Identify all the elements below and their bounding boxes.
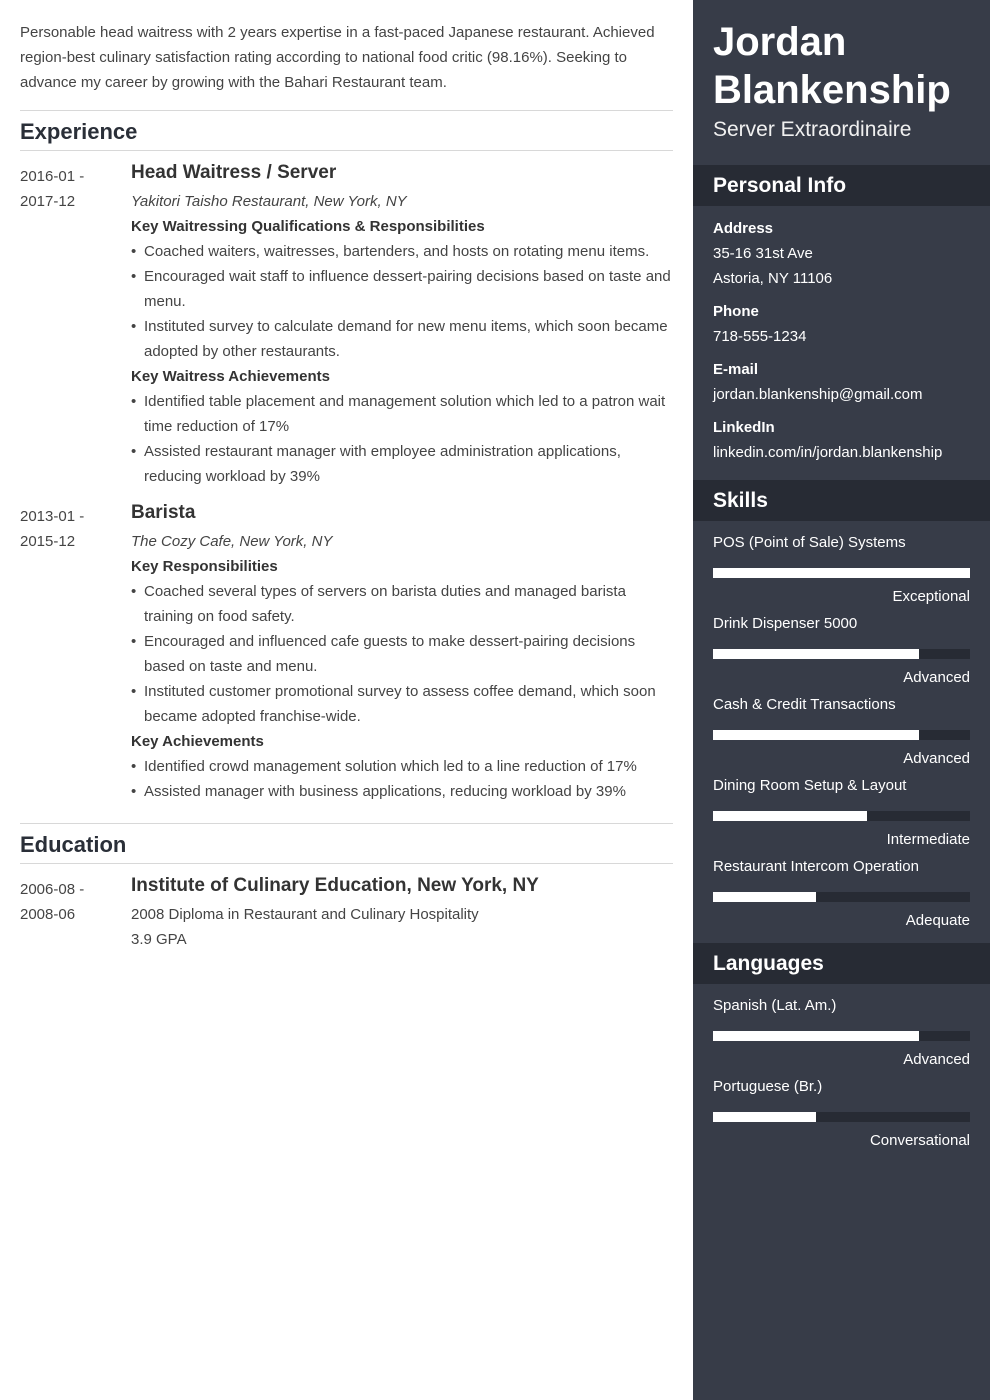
bullet: Encouraged wait staff to influence desse… [131, 264, 673, 314]
skill-level-bar [713, 811, 970, 821]
skill-level: Advanced [903, 750, 970, 767]
language-name: Portuguese (Br.) [713, 1078, 823, 1095]
date-start: 2013-01 - [20, 508, 85, 525]
group-heading: Key Waitressing Qualifications & Respons… [131, 218, 485, 235]
language-item: Portuguese (Br.) Conversational [713, 1076, 970, 1152]
address-label: Address [713, 220, 774, 237]
section-title-languages: Languages [693, 943, 990, 984]
language-level: Conversational [869, 1132, 970, 1149]
skill-level-bar [713, 730, 970, 740]
skill-item: Cash & Credit Transactions Advanced [713, 694, 970, 770]
main-column: Personable head waitress with 2 years ex… [0, 0, 693, 1400]
last-name: Blankenship [713, 68, 951, 112]
section-title-experience: Experience [20, 110, 673, 151]
school-name: Institute of Culinary Education, New Yor… [131, 875, 539, 896]
skill-level-fill [713, 892, 816, 902]
date-end: 2015-12 [20, 533, 76, 550]
bullet: Coached several types of servers on bari… [131, 579, 673, 629]
address-block: Address 35-16 31st Ave Astoria, NY 11106 [713, 216, 973, 291]
email-block: E-mail jordan.blankenship@gmail.com [713, 357, 973, 407]
company: The Cozy Cafe, New York, NY [131, 533, 333, 550]
bullet-list: Coached waiters, waitresses, bartenders,… [131, 239, 673, 364]
language-level-bar [713, 1112, 970, 1122]
group-heading: Key Responsibilities [131, 558, 278, 575]
entry-date: 2006-08 - 2008-06 [20, 877, 120, 927]
skill-level-bar [713, 649, 970, 659]
gpa: 3.9 GPA [131, 931, 187, 948]
section-title-skills: Skills [693, 480, 990, 521]
date-end: 2017-12 [20, 193, 76, 210]
skill-item: Dining Room Setup & Layout Intermediate [713, 775, 970, 851]
address-line2: Astoria, NY 11106 [713, 270, 833, 287]
skill-level-bar [713, 568, 970, 578]
bullet-list: Coached several types of servers on bari… [131, 579, 673, 729]
bullet-list: Identified table placement and managemen… [131, 389, 673, 489]
skill-level-bar [713, 892, 970, 902]
bullet-list: Identified crowd management solution whi… [131, 754, 673, 804]
first-name: Jordan [713, 20, 847, 64]
bullet: Instituted survey to calculate demand fo… [131, 314, 673, 364]
skill-item: Restaurant Intercom Operation Adequate [713, 856, 970, 932]
degree: 2008 Diploma in Restaurant and Culinary … [131, 906, 479, 923]
section-title-personal-info: Personal Info [693, 165, 990, 206]
language-name: Spanish (Lat. Am.) [713, 997, 837, 1014]
skill-level: Intermediate [886, 831, 970, 848]
skill-item: POS (Point of Sale) Systems Exceptional [713, 532, 970, 608]
sidebar: Jordan Blankenship Server Extraordinaire… [693, 0, 990, 1400]
email[interactable]: jordan.blankenship@gmail.com [713, 382, 973, 407]
language-level-fill [713, 1112, 816, 1122]
skill-name: Dining Room Setup & Layout [713, 777, 907, 794]
language-item: Spanish (Lat. Am.) Advanced [713, 995, 970, 1071]
date-start: 2006-08 - [20, 881, 85, 898]
summary: Personable head waitress with 2 years ex… [20, 24, 655, 91]
skill-name: POS (Point of Sale) Systems [713, 534, 906, 551]
skill-level: Advanced [903, 669, 970, 686]
group-heading: Key Achievements [131, 733, 264, 750]
skill-level-fill [713, 811, 868, 821]
linkedin[interactable]: linkedin.com/in/jordan.blankenship [713, 440, 973, 465]
date-start: 2016-01 - [20, 168, 85, 185]
skill-level-fill [713, 568, 970, 578]
phone-label: Phone [713, 303, 759, 320]
section-title-education: Education [20, 823, 673, 864]
bullet: Assisted manager with business applicati… [131, 779, 673, 804]
skill-item: Drink Dispenser 5000 Advanced [713, 613, 970, 689]
entry-date: 2013-01 - 2015-12 [20, 504, 120, 554]
bullet: Identified table placement and managemen… [131, 389, 673, 439]
phone-block: Phone 718-555-1234 [713, 299, 973, 349]
skill-name: Restaurant Intercom Operation [713, 858, 919, 875]
bullet: Identified crowd management solution whi… [131, 754, 673, 779]
language-level-fill [713, 1031, 919, 1041]
company: Yakitori Taisho Restaurant, New York, NY [131, 193, 407, 210]
date-end: 2008-06 [20, 906, 76, 923]
bullet: Coached waiters, waitresses, bartenders,… [131, 239, 673, 264]
address-line1: 35-16 31st Ave [713, 245, 813, 262]
candidate-name: Jordan Blankenship [713, 18, 951, 114]
skill-name: Cash & Credit Transactions [713, 696, 896, 713]
job-title: Barista [131, 502, 196, 523]
phone: 718-555-1234 [713, 328, 807, 345]
skill-level: Exceptional [892, 588, 970, 605]
bullet: Encouraged and influenced cafe guests to… [131, 629, 673, 679]
job-title: Head Waitress / Server [131, 162, 337, 183]
email-label: E-mail [713, 361, 759, 378]
skill-name: Drink Dispenser 5000 [713, 615, 858, 632]
language-level-bar [713, 1031, 970, 1041]
candidate-role: Server Extraordinaire [713, 118, 912, 141]
skill-level-fill [713, 649, 919, 659]
linkedin-block: LinkedIn linkedin.com/in/jordan.blankens… [713, 415, 973, 465]
group-heading: Key Waitress Achievements [131, 368, 330, 385]
language-level: Advanced [903, 1051, 970, 1068]
linkedin-label: LinkedIn [713, 419, 775, 436]
bullet: Instituted customer promotional survey t… [131, 679, 673, 729]
entry-date: 2016-01 - 2017-12 [20, 164, 120, 214]
bullet: Assisted restaurant manager with employe… [131, 439, 673, 489]
skill-level: Adequate [905, 912, 970, 929]
skill-level-fill [713, 730, 919, 740]
